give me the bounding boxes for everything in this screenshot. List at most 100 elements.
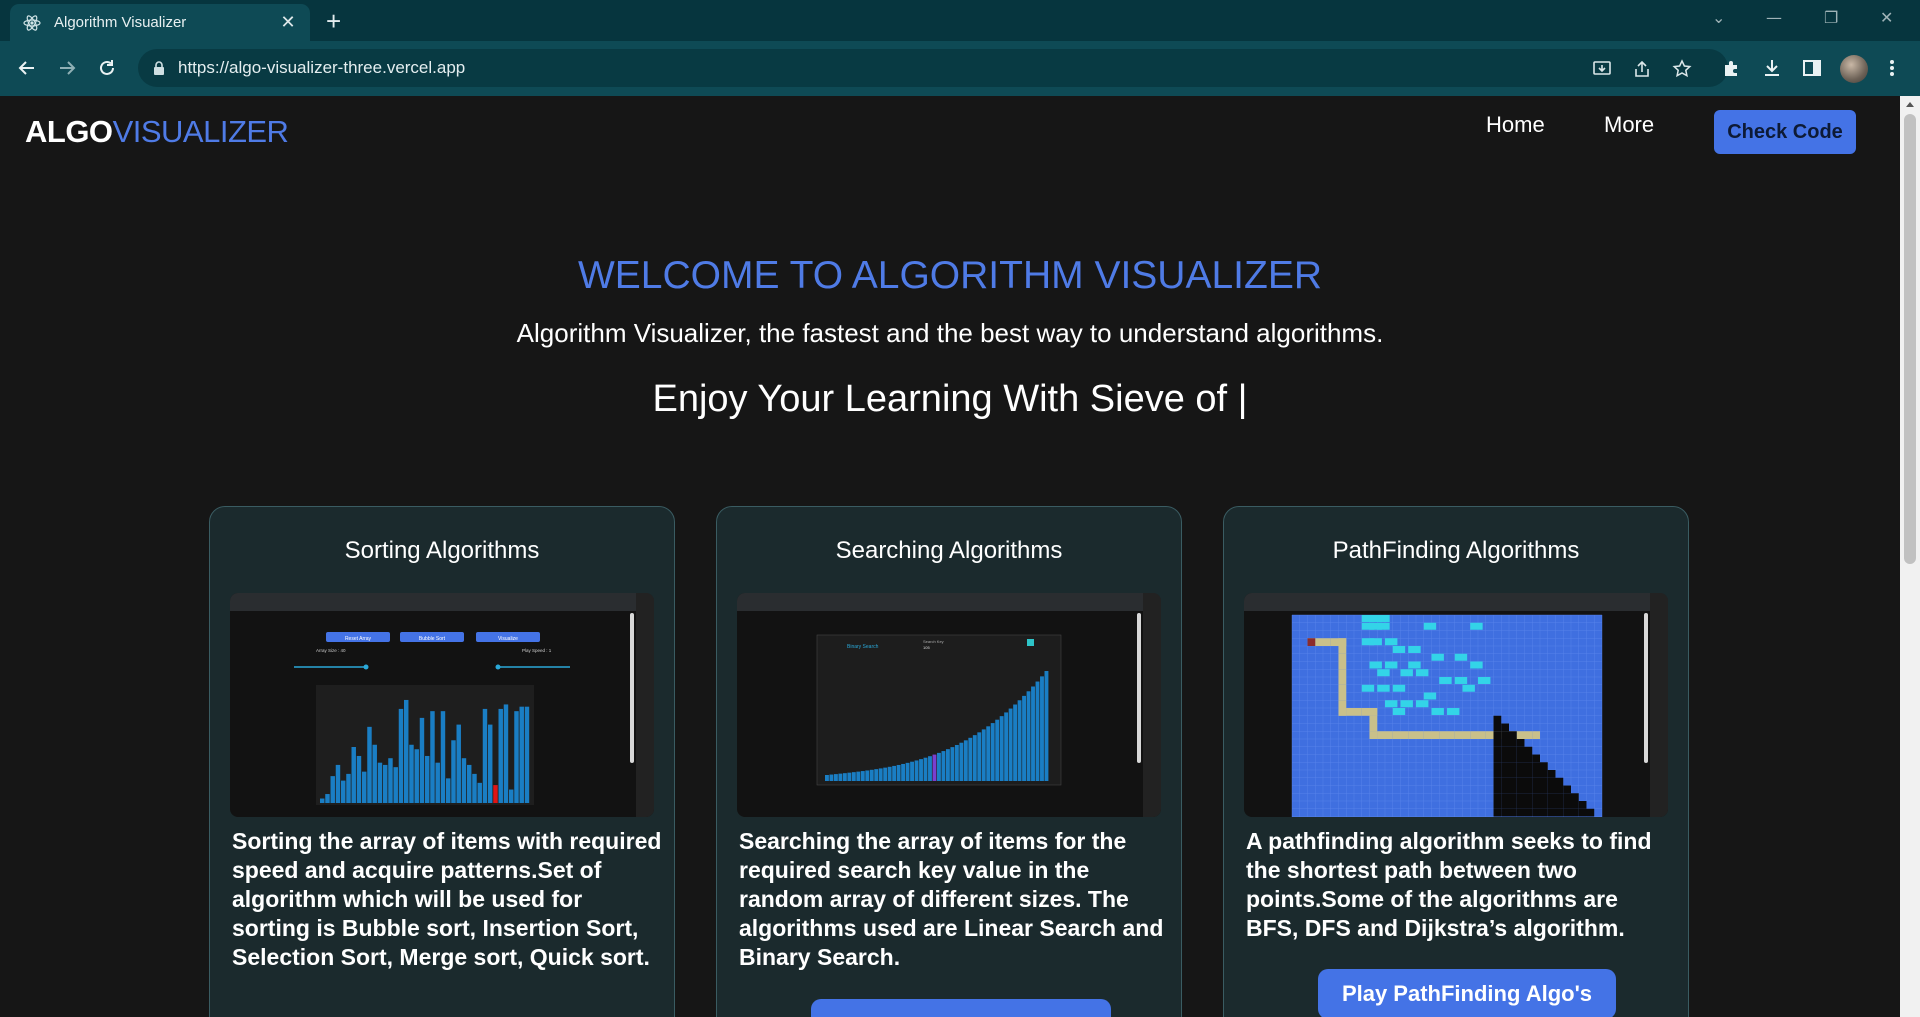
- dark-cell: [1532, 793, 1540, 801]
- sort-bar: [430, 711, 435, 803]
- dark-cell: [1516, 770, 1525, 778]
- search-bar: [878, 768, 883, 781]
- address-bar[interactable]: https://algo-visualizer-three.vercel.app: [138, 49, 1728, 87]
- preview-key-label: Search Key: [923, 639, 944, 644]
- dark-cell: [1501, 785, 1509, 794]
- side-panel-icon[interactable]: [1800, 56, 1824, 80]
- minimize-icon[interactable]: —: [1766, 8, 1782, 27]
- check-code-button[interactable]: Check Code: [1714, 110, 1856, 154]
- path-cell: [1369, 723, 1378, 732]
- dark-cell: [1516, 785, 1525, 794]
- tab-search-icon[interactable]: ⌄: [1712, 8, 1725, 27]
- dark-cell: [1524, 770, 1533, 778]
- preview-play-speed: Play Speed : 1: [522, 648, 552, 653]
- extensions-puzzle-icon[interactable]: [1720, 56, 1744, 80]
- page-scrollbar[interactable]: [1900, 96, 1920, 1017]
- install-app-icon[interactable]: [1590, 57, 1614, 81]
- path-cell: [1377, 731, 1385, 739]
- pathfinding-card[interactable]: PathFinding Algorithms A pathfinding alg…: [1223, 506, 1689, 1017]
- preview-size-slider-thumb: [363, 664, 369, 670]
- dark-cell: [1516, 754, 1525, 763]
- searching-card[interactable]: Searching Algorithms Binary Search Searc…: [716, 506, 1182, 1017]
- download-icon[interactable]: [1760, 56, 1784, 80]
- brand-logo[interactable]: ALGOVISUALIZER: [25, 114, 289, 150]
- dark-cell: [1540, 777, 1548, 786]
- restore-icon[interactable]: ❐: [1824, 8, 1838, 27]
- nav-more-link[interactable]: More: [1604, 112, 1654, 138]
- dark-cell: [1501, 754, 1509, 763]
- path-cell: [1338, 708, 1347, 716]
- scroll-up-arrow-icon[interactable]: [1906, 102, 1914, 107]
- share-icon[interactable]: [1630, 57, 1654, 81]
- wall-cell: [1377, 622, 1390, 630]
- forward-arrow-icon[interactable]: [54, 55, 80, 81]
- wall-cell: [1478, 677, 1491, 684]
- wall-cell: [1416, 700, 1429, 708]
- sort-bar: [398, 708, 404, 803]
- search-bar: [860, 771, 865, 781]
- browser-tab[interactable]: Algorithm Visualizer ✕: [10, 4, 310, 41]
- dark-cell: [1555, 801, 1564, 809]
- sort-bar: [419, 717, 425, 803]
- search-bar: [959, 742, 964, 781]
- dark-cell: [1509, 808, 1517, 817]
- wall-cell: [1431, 653, 1444, 661]
- profile-avatar[interactable]: [1840, 55, 1868, 83]
- wall-cell: [1385, 700, 1398, 708]
- dark-cell: [1493, 793, 1502, 801]
- wall-cell: [1416, 669, 1429, 677]
- path-cell: [1439, 731, 1447, 739]
- play-pathfinding-button[interactable]: Play PathFinding Algo's: [1318, 969, 1616, 1017]
- close-window-icon[interactable]: ✕: [1880, 8, 1893, 27]
- wall-cell: [1385, 638, 1398, 646]
- dark-cell: [1555, 808, 1564, 817]
- dark-cell: [1509, 770, 1517, 778]
- dark-cell: [1571, 793, 1579, 801]
- dark-cell: [1555, 777, 1564, 786]
- bookmark-star-icon[interactable]: [1670, 57, 1694, 81]
- search-bar: [919, 759, 923, 781]
- dark-cell: [1516, 808, 1525, 817]
- dark-cell: [1501, 801, 1509, 809]
- search-bar: [1017, 700, 1022, 781]
- wall-cell: [1369, 661, 1382, 669]
- dark-cell: [1532, 785, 1540, 794]
- dark-cell: [1555, 785, 1564, 794]
- wall-cell: [1470, 622, 1483, 630]
- react-atom-icon: [22, 13, 42, 33]
- new-tab-button[interactable]: +: [326, 6, 341, 37]
- dark-cell: [1524, 801, 1533, 809]
- browser-tab-strip: Algorithm Visualizer ✕ + ⌄ — ❐ ✕: [0, 0, 1920, 41]
- dark-cell: [1578, 808, 1587, 817]
- path-cell: [1338, 646, 1347, 654]
- sort-bar: [404, 699, 409, 803]
- path-cell: [1431, 731, 1440, 739]
- search-bar: [963, 740, 968, 781]
- scrollbar-thumb[interactable]: [1904, 114, 1916, 564]
- tab-close-icon[interactable]: ✕: [278, 12, 298, 33]
- sort-bar: [472, 773, 477, 803]
- nav-home-link[interactable]: Home: [1486, 112, 1545, 138]
- back-arrow-icon[interactable]: [14, 55, 40, 81]
- search-bar: [932, 754, 937, 781]
- wall-cell: [1361, 684, 1375, 692]
- search-bar: [968, 737, 973, 781]
- dark-cell: [1493, 808, 1502, 817]
- search-bar: [1013, 704, 1018, 781]
- sort-bar: [509, 789, 514, 803]
- dark-cell: [1493, 777, 1502, 786]
- dark-cell: [1524, 808, 1533, 817]
- sort-bar: [346, 773, 351, 803]
- path-cell: [1338, 661, 1347, 670]
- reload-icon[interactable]: [94, 55, 120, 81]
- card-title: Searching Algorithms: [835, 537, 1063, 564]
- sorting-card[interactable]: Sorting Algorithms Reset Array Bubble So…: [209, 506, 675, 1017]
- search-bar: [945, 749, 950, 781]
- menu-kebab-icon[interactable]: [1880, 56, 1904, 80]
- card-description: Sorting the array of items with required…: [232, 828, 662, 970]
- path-cell: [1447, 731, 1455, 739]
- dark-cell: [1532, 808, 1540, 817]
- dark-cell: [1501, 723, 1509, 732]
- play-searching-button[interactable]: [811, 999, 1111, 1017]
- dark-cell: [1524, 754, 1533, 763]
